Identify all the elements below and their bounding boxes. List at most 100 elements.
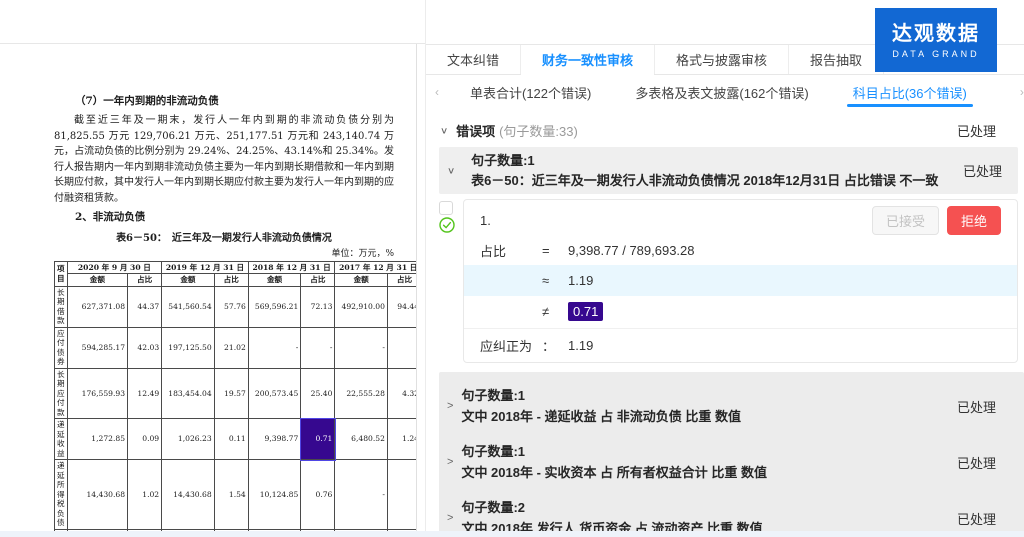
error-group-item[interactable]: > 句子数量:1 文中 2018年 - 递延收益 占 非流动负债 比重 数值 已… bbox=[439, 378, 1024, 434]
table-row: 递延收益1,272.850.091,026.230.119,398.770.71… bbox=[55, 419, 418, 460]
table-header-row: 项目 2020 年 9 月 30 日 2019 年 12 月 31 日 2018… bbox=[55, 261, 418, 274]
chevron-right-icon[interactable]: › bbox=[1011, 85, 1024, 99]
error-detail-card: 1. 已接受 拒绝 占比 = 9,398.77 / 789,693.28 ≈ 1… bbox=[463, 199, 1018, 363]
sub-tabbar: ‹ 单表合计(122个错误) 多表格及表文披露(162个错误) 科目占比(36个… bbox=[426, 76, 1024, 108]
table-cell: - bbox=[301, 327, 335, 368]
table-cell: 递延所得税负债 bbox=[55, 460, 68, 530]
subtab-financial-indicator[interactable]: 财务指标核算 bbox=[997, 76, 1011, 108]
table-cell: - bbox=[387, 460, 417, 530]
table-cell: 应付债券 bbox=[55, 327, 68, 368]
group-sentence-count: 句子数量:1 bbox=[461, 385, 741, 406]
table-cell: 10,124.85 bbox=[248, 460, 301, 530]
group-title: 文中 2018年 - 实收资本 占 所有者权益合计 比重 数值 bbox=[461, 462, 767, 483]
table-header-cell: 占比 bbox=[387, 274, 417, 287]
chevron-right-icon[interactable]: > bbox=[447, 456, 453, 468]
table-cell: - bbox=[335, 327, 388, 368]
logo-title: 达观数据 bbox=[892, 22, 980, 46]
table-header-cell: 2018 年 12 月 31 日 bbox=[248, 261, 335, 274]
chevron-right-icon[interactable]: > bbox=[447, 512, 453, 524]
table-cell: 6,480.52 bbox=[335, 419, 388, 460]
subtab-single-table-total[interactable]: 单表合计(122个错误) bbox=[456, 76, 605, 108]
table-cell: 57.76 bbox=[214, 286, 248, 327]
table-cell: 1.02 bbox=[128, 460, 162, 530]
table-caption: 表6－50： 近三年及一期发行人非流动负债情况 bbox=[54, 229, 394, 244]
bottom-scroll-track[interactable] bbox=[0, 531, 1024, 537]
detail-computed-value: 1.19 bbox=[568, 273, 593, 288]
group-sentence-count: 句子数量:1 bbox=[461, 441, 767, 462]
table-cell: 14,430.68 bbox=[162, 460, 215, 530]
table-cell: 22,555.28 bbox=[335, 368, 388, 419]
table-cell: 14,430.68 bbox=[67, 460, 128, 530]
doc-paragraph: 截至近三年及一期末，发行人一年内到期的非流动负债分别为 81,825.55 万元… bbox=[54, 113, 394, 207]
reject-button[interactable]: 拒绝 bbox=[947, 206, 1001, 235]
accepted-button[interactable]: 已接受 bbox=[872, 206, 939, 235]
table-cell: 492,910.00 bbox=[335, 286, 388, 327]
error-group-item[interactable]: > 句子数量:1 文中 2018年 - 实收资本 占 所有者权益合计 比重 数值… bbox=[439, 434, 1024, 490]
table-header-cell: 2017 年 12 月 31 日 bbox=[335, 261, 417, 274]
document-viewer[interactable]: （7）一年内到期的非流动负债 截至近三年及一期末，发行人一年内到期的非流动负债分… bbox=[0, 0, 425, 537]
table-header-cell: 占比 bbox=[128, 274, 162, 287]
group-title: 文中 2018年 - 递延收益 占 非流动负债 比重 数值 bbox=[461, 406, 741, 427]
chevron-right-icon[interactable]: > bbox=[447, 400, 453, 412]
table-cell: 541,560.54 bbox=[162, 286, 215, 327]
table-cell: 21.02 bbox=[214, 327, 248, 368]
processed-status: 已处理 bbox=[957, 121, 996, 140]
table-header-cell: 2019 年 12 月 31 日 bbox=[162, 261, 249, 274]
table-header-cell: 项目 bbox=[55, 261, 68, 286]
table-cell: 19.57 bbox=[214, 368, 248, 419]
tab-report-extraction[interactable]: 报告抽取 bbox=[789, 45, 884, 74]
table-cell: 1.54 bbox=[214, 460, 248, 530]
table-cell: 200,573.45 bbox=[248, 368, 301, 419]
table-cell: 183,454.04 bbox=[162, 368, 215, 419]
table-cell: - bbox=[335, 460, 388, 530]
table-cell: 1,272.85 bbox=[67, 419, 128, 460]
logo-subtitle: DATA GRAND bbox=[892, 49, 979, 59]
error-section-count: (句子数量:33) bbox=[499, 121, 578, 140]
table-cell: 176,559.93 bbox=[67, 368, 128, 419]
error-section-header[interactable]: ∨ 错误项 (句子数量:33) 已处理 bbox=[440, 117, 996, 143]
subtab-account-ratio[interactable]: 科目占比(36个错误) bbox=[839, 76, 981, 108]
detail-index: 1. bbox=[480, 213, 491, 228]
select-checkbox[interactable] bbox=[439, 201, 453, 215]
table-cell: 72.13 bbox=[301, 286, 335, 327]
table-cell: 94.44 bbox=[387, 286, 417, 327]
table-subheader-row: 金额 占比 金额 占比 金额 占比 金额 占比 bbox=[55, 274, 418, 287]
doc-table-body: 长期借款627,371.0844.37541,560.5457.76569,59… bbox=[55, 286, 418, 537]
financial-table: 项目 2020 年 9 月 30 日 2019 年 12 月 31 日 2018… bbox=[54, 261, 417, 537]
collapsed-error-groups: > 句子数量:1 文中 2018年 - 递延收益 占 非流动负债 比重 数值 已… bbox=[439, 372, 1024, 537]
tab-financial-consistency[interactable]: 财务一致性审核 bbox=[521, 45, 655, 74]
table-header-cell: 金额 bbox=[162, 274, 215, 287]
approx-operator: ≈ bbox=[542, 273, 568, 288]
table-header-cell: 占比 bbox=[301, 274, 335, 287]
table-cell: 12.49 bbox=[128, 368, 162, 419]
error-group-header[interactable]: ∨ 句子数量:1 表6－50：近三年及一期发行人非流动负债情况 2018年12月… bbox=[439, 147, 1018, 194]
table-cell: 569,596.21 bbox=[248, 286, 301, 327]
table-cell: 627,371.08 bbox=[67, 286, 128, 327]
error-detail: 1. 已接受 拒绝 占比 = 9,398.77 / 789,693.28 ≈ 1… bbox=[439, 199, 1018, 363]
subtab-multi-table-disclosure[interactable]: 多表格及表文披露(162个错误) bbox=[621, 76, 822, 108]
doc-heading: 2、非流动负债 bbox=[54, 210, 394, 225]
accepted-check-icon bbox=[439, 217, 455, 233]
colon-separator: ： bbox=[542, 336, 568, 355]
table-cell: 长期应付款 bbox=[55, 368, 68, 419]
group-title: 表6－50：近三年及一期发行人非流动负债情况 2018年12月31日 占比错误 … bbox=[471, 171, 938, 191]
chevron-down-icon[interactable]: ∨ bbox=[440, 125, 448, 135]
table-header-cell: 占比 bbox=[214, 274, 248, 287]
processed-status: 已处理 bbox=[963, 161, 1002, 180]
group-sentence-count: 句子数量:1 bbox=[471, 151, 938, 171]
table-row: 长期应付款176,559.9312.49183,454.0419.57200,5… bbox=[55, 368, 418, 419]
group-sentence-count: 句子数量:2 bbox=[461, 497, 762, 518]
table-header-cell: 2020 年 9 月 30 日 bbox=[67, 261, 162, 274]
table-cell: 0.09 bbox=[128, 419, 162, 460]
chevron-left-icon[interactable]: ‹ bbox=[426, 85, 448, 99]
table-row: 应付债券594,285.1742.03197,125.5021.02---- bbox=[55, 327, 418, 368]
tab-format-disclosure[interactable]: 格式与披露审核 bbox=[655, 45, 789, 74]
error-group-item[interactable]: > 句子数量:2 文中 2018年 发行人 货币资金 占 流动资产 比重 数值 … bbox=[439, 490, 1024, 537]
tab-text-correction[interactable]: 文本纠错 bbox=[426, 45, 521, 74]
table-cell: - bbox=[248, 327, 301, 368]
detail-wrong-value: 0.71 bbox=[568, 302, 603, 321]
chevron-down-icon[interactable]: ∨ bbox=[447, 165, 455, 175]
processed-status: 已处理 bbox=[957, 397, 996, 416]
error-section-title: 错误项 bbox=[456, 121, 495, 140]
datagrand-logo: 达观数据 DATA GRAND bbox=[875, 8, 997, 72]
